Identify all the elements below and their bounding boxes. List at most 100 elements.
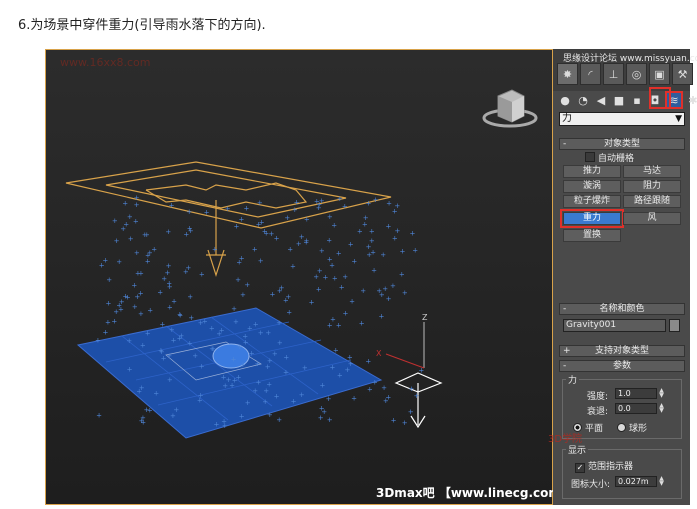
motor-button[interactable]: 马达: [623, 165, 681, 178]
svg-text:Z: Z: [422, 313, 428, 322]
rain-particle: +: [392, 235, 398, 243]
hierarchy-tab-icon[interactable]: ⊥: [603, 63, 624, 85]
rain-particle: +: [327, 416, 333, 424]
rain-particle: +: [258, 257, 264, 265]
create-tab-icon[interactable]: ✸: [557, 63, 578, 85]
spinner-arrows-icon[interactable]: ▲ ▼: [658, 403, 665, 414]
rain-particle: +: [167, 376, 173, 384]
object-name-field[interactable]: Gravity001: [563, 319, 666, 332]
parameters-rollout[interactable]: - 参数: [559, 360, 685, 372]
rain-particle: +: [188, 314, 194, 322]
rain-particle: +: [332, 275, 338, 283]
rain-particle: +: [147, 306, 153, 314]
rain-particle: +: [145, 257, 151, 265]
rain-particle: +: [140, 419, 146, 427]
rain-particle: +: [287, 246, 293, 254]
rain-particle: +: [204, 209, 210, 217]
rain-particle: +: [214, 420, 220, 428]
rain-particle: +: [336, 322, 342, 330]
icon-size-label: 图标大小:: [571, 480, 611, 490]
rain-particle: +: [371, 267, 377, 275]
rain-particle: +: [265, 329, 271, 337]
pbomb-button[interactable]: 粒子爆炸: [563, 195, 621, 208]
rain-particle: +: [103, 329, 109, 337]
displace-button[interactable]: 置换: [563, 229, 621, 242]
rain-particle: +: [414, 392, 420, 400]
perspective-viewport[interactable]: www.16xx8.com Z X + + + + + + + + + + + …: [45, 49, 650, 505]
rollout-title: 名称和颜色: [599, 304, 645, 314]
lights-icon[interactable]: ◀: [593, 91, 609, 109]
rain-particle: +: [304, 215, 310, 223]
helpers-icon[interactable]: ▪: [629, 91, 645, 109]
scene-graphics: Z X +++++++++++++++ ++++++++++ +++++++++++…: [65, 89, 538, 439]
rain-particle: +: [381, 384, 387, 392]
rain-particle: +: [274, 235, 280, 243]
wind-button[interactable]: 风: [623, 212, 681, 225]
spinner-arrows-icon[interactable]: ▲ ▼: [658, 476, 665, 487]
chevron-down-icon: ▼: [675, 114, 682, 124]
rain-particle: +: [330, 363, 336, 371]
rain-particle: +: [399, 271, 405, 279]
rain-particle: +: [279, 284, 285, 292]
rain-particle: +: [277, 339, 283, 347]
rain-particle: +: [376, 287, 382, 295]
pathfollow-button[interactable]: 路径跟随: [623, 195, 681, 208]
rain-particle: +: [245, 399, 251, 407]
shapes-icon[interactable]: ◔: [575, 91, 591, 109]
vortex-button[interactable]: 漩涡: [563, 180, 621, 193]
rain-particle: +: [95, 337, 101, 345]
extra-icon[interactable]: ✱: [685, 91, 697, 109]
rain-particle: +: [319, 247, 325, 255]
rain-particle: +: [290, 263, 296, 271]
icon-size-spinner[interactable]: 0.027m: [615, 476, 657, 487]
rain-particle: +: [402, 419, 408, 427]
push-button[interactable]: 推力: [563, 165, 621, 178]
geometry-icon[interactable]: ●: [557, 91, 573, 109]
rain-particle: +: [400, 248, 406, 256]
object-type-rollout[interactable]: - 对象类型: [559, 138, 685, 150]
rain-particle: +: [326, 237, 332, 245]
rain-particle: +: [412, 247, 418, 255]
rain-particle: +: [106, 276, 112, 284]
name-color-rollout[interactable]: - 名称和颜色: [559, 303, 685, 315]
rain-particle: +: [165, 228, 171, 236]
spinner-arrows-icon[interactable]: ▲ ▼: [658, 388, 665, 399]
rain-particle: +: [225, 205, 231, 213]
rain-particle: +: [234, 223, 240, 231]
decay-spinner[interactable]: 0.0: [615, 403, 657, 414]
cameras-icon[interactable]: ■: [611, 91, 627, 109]
rain-particle: +: [226, 376, 232, 384]
rain-particle: +: [145, 330, 151, 338]
rain-particle: +: [177, 335, 183, 343]
rain-particle: +: [169, 201, 175, 209]
viewcube-icon[interactable]: [482, 89, 538, 128]
drag-button[interactable]: 阻力: [623, 180, 681, 193]
display-tab-icon[interactable]: ▣: [649, 63, 670, 85]
range-indicators-checkbox[interactable]: ✓ 范围指示器: [575, 459, 633, 473]
utilities-tab-icon[interactable]: ⚒: [672, 63, 693, 85]
support-types-rollout[interactable]: + 支持对象类型: [559, 345, 685, 357]
motion-tab-icon[interactable]: ◎: [626, 63, 647, 85]
modify-tab-icon[interactable]: ◜: [580, 63, 601, 85]
collapse-icon: -: [563, 139, 567, 149]
rain-particle: +: [258, 329, 264, 337]
rain-particle: +: [165, 269, 171, 277]
rain-particle: +: [291, 397, 297, 405]
rain-particle: +: [326, 395, 332, 403]
rain-particle: +: [126, 337, 132, 345]
rain-particle: +: [147, 407, 153, 415]
rain-particle: +: [159, 348, 165, 356]
spherical-radio[interactable]: 球形: [617, 421, 647, 434]
color-swatch[interactable]: [669, 319, 680, 332]
bottom-watermark: 3D学院: [548, 434, 583, 445]
strength-spinner[interactable]: 1.0: [615, 388, 657, 399]
rain-particle: +: [256, 378, 262, 386]
autogrid-checkbox[interactable]: 自动栅格: [585, 151, 634, 164]
rain-particle: +: [262, 228, 268, 236]
rain-particle: +: [105, 319, 111, 327]
rain-particle: +: [114, 237, 120, 245]
decay-label: 衰退:: [587, 407, 609, 417]
category-dropdown[interactable]: 力 ▼: [559, 112, 685, 126]
rain-particle: +: [128, 235, 134, 243]
rain-particle: +: [257, 199, 263, 207]
